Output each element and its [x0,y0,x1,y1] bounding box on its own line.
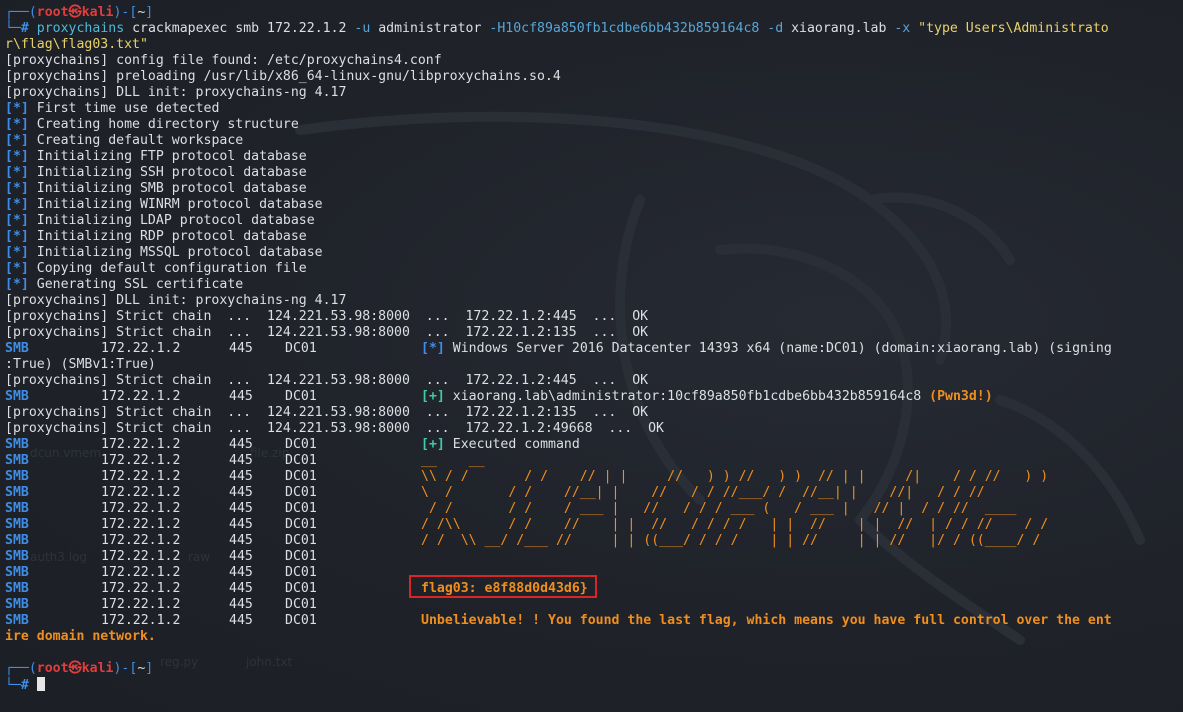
proxychains-chain-line: [proxychains] Strict chain ... 124.221.5… [5,405,649,420]
ascii-art-line: __ __ [421,453,485,468]
desktop-label: dcun.vmem [30,446,102,460]
smb-output-line: SMB [5,581,29,596]
init-line: [*] Initializing SSH protocol database [5,165,307,180]
proxychains-chain-line: [proxychains] Strict chain ... 124.221.5… [5,309,649,324]
smb-output-line: SMB [5,597,29,612]
prompt-line: ┌──(root㉿kali)-[~] [5,661,154,676]
proxychains-chain-line: [proxychains] Strict chain ... 124.221.5… [5,325,649,340]
smb-info-line: [*] Windows Server 2016 Datacenter 14393… [421,341,1112,356]
info-marker: [*] [5,277,29,292]
init-line: [*] Initializing RDP protocol database [5,229,307,244]
desktop-label: reg.py [160,655,199,669]
smb-output-line: SMB [5,517,29,532]
smb-output-line: SMB [5,341,29,356]
smb-output-line: SMB [5,501,29,516]
init-line: [*] Initializing MSSQL protocol database [5,245,323,260]
info-marker: [*] [5,197,29,212]
flag-value[interactable]: flag03: e8f88d0d43d6} [421,581,588,597]
proxychains-line: [proxychains] config file found: /etc/pr… [5,53,442,68]
prompt-host: kali [81,661,114,676]
executed-line: [+] Executed command [421,437,580,452]
success-marker: [+] [421,389,445,404]
info-marker: [*] [5,117,29,132]
smb-output-line: SMB [5,485,29,500]
skull-icon: ㉿ [68,661,82,676]
init-line: [*] First time use detected [5,101,220,116]
skull-icon: ㉿ [68,5,82,20]
desktop-label: raw [188,550,211,564]
init-line: [*] Creating home directory structure [5,117,299,132]
proxychains-chain-line: [proxychains] Strict chain ... 124.221.5… [5,421,664,436]
ascii-art-line: / / / / / ___ | // / / / ___ ( / ___ | /… [421,501,1017,516]
smb-info-line-cont: :True) (SMBv1:True) [5,357,156,372]
smb-output-line: SMB [5,437,29,452]
proxychains-chain-line: [proxychains] Strict chain ... 124.221.5… [5,373,649,388]
command-line-cont: r\flag\flag03.txt" [5,37,148,52]
proxychains-line: [proxychains] preloading /usr/lib/x86_64… [5,69,561,84]
success-marker: [+] [421,437,445,452]
info-marker: [*] [5,213,29,228]
congrats-message-cont: ire domain network. [5,629,156,644]
prompt-host: kali [81,5,114,20]
ascii-art-line: / /\\ / / // | | // / / / / | | // | | /… [421,517,1049,532]
proxychains-line: [proxychains] DLL init: proxychains-ng 4… [5,293,347,308]
smb-output-line: SMB [5,453,29,468]
info-marker: [*] [5,245,29,260]
init-line: [*] Initializing LDAP protocol database [5,213,315,228]
info-marker: [*] [421,341,445,356]
info-marker: [*] [5,149,29,164]
desktop-label: john.txt [246,655,293,669]
info-marker: [*] [5,165,29,180]
info-marker: [*] [5,133,29,148]
pwned-line: [+] xiaorang.lab\administrator:10cf89a85… [421,389,993,404]
prompt-line: ┌──(root㉿kali)-[~] [5,5,154,20]
info-marker: [*] [5,261,29,276]
proxychains-line: [proxychains] DLL init: proxychains-ng 4… [5,85,347,100]
command-input-line[interactable]: └─# [5,677,45,693]
smb-output-line: SMB [5,533,29,548]
ascii-art-line: \ / / / //__| | // / / //___/ / //__| | … [421,485,985,500]
prompt-user: root [36,661,69,676]
init-line: [*] Initializing SMB protocol database [5,181,307,196]
info-marker: [*] [5,229,29,244]
desktop-label: file.zip [250,446,290,460]
smb-output-line: SMB [5,549,29,564]
smb-output-line: SMB [5,389,29,404]
pwned-badge: (Pwn3d!) [929,389,993,404]
congrats-message: Unbelievable! ! You found the last flag,… [421,613,1112,628]
text-cursor [36,677,45,691]
smb-output-line: SMB [5,469,29,484]
init-line: [*] Initializing FTP protocol database [5,149,307,164]
ascii-art-line: \\ / / / / // | | // ) ) // ) ) // | | /… [421,469,1049,484]
smb-output-line: SMB [5,613,29,628]
init-line: [*] Initializing WINRM protocol database [5,197,323,212]
info-marker: [*] [5,101,29,116]
init-line: [*] Generating SSL certificate [5,277,244,292]
command-line: └─# proxychains crackmapexec smb 172.22.… [5,21,1109,36]
prompt-user: root [36,5,69,20]
smb-output-line: SMB [5,565,29,580]
terminal-window[interactable]: auth3.log reg.py john.txt dcun.vmem file… [0,0,1183,712]
info-marker: [*] [5,181,29,196]
desktop-label: auth3.log [30,550,88,564]
command-program: proxychains [36,21,125,36]
init-line: [*] Copying default configuration file [5,261,307,276]
init-line: [*] Creating default workspace [5,133,244,148]
ascii-art-line: / / \\ __/ /___ // | | ((___/ / / / | | … [421,533,1041,548]
